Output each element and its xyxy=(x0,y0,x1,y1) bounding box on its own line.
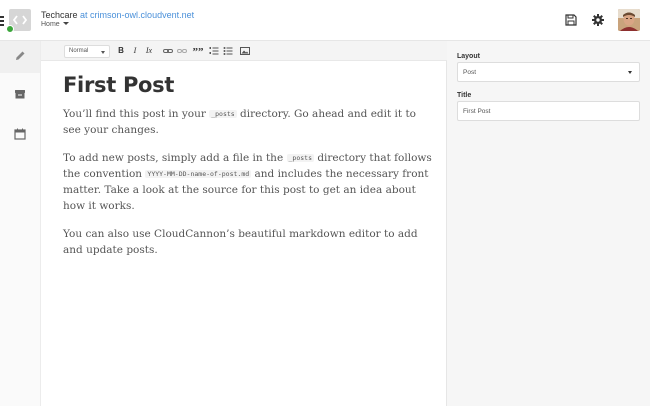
format-dropdown[interactable]: Normal xyxy=(64,45,110,58)
inline-code: _posts xyxy=(286,154,314,162)
link-button[interactable] xyxy=(162,45,174,57)
chevron-down-icon xyxy=(62,22,69,25)
text: To add new posts, simply add a file in t… xyxy=(63,152,287,164)
title-input[interactable]: First Post xyxy=(457,101,640,121)
insert-image-button[interactable] xyxy=(239,45,251,57)
user-avatar[interactable] xyxy=(618,9,640,31)
image-icon xyxy=(240,47,250,55)
bold-button[interactable]: B xyxy=(115,45,127,57)
title-label: Title xyxy=(457,92,472,99)
bullet-list-button[interactable] xyxy=(222,45,234,57)
nav-edit[interactable] xyxy=(0,41,40,73)
link-icon xyxy=(163,49,173,53)
site-title[interactable]: Techcare at crimson-owl.cloudvent.net xyxy=(41,10,194,20)
site-name: Techcare xyxy=(41,10,78,20)
branch-label: Home xyxy=(41,21,60,28)
site-host: at crimson-owl.cloudvent.net xyxy=(80,10,195,20)
layout-select[interactable]: Post xyxy=(457,62,640,82)
post-body[interactable]: First Post You’ll find this post in your… xyxy=(63,72,433,258)
gear-icon xyxy=(592,14,604,26)
pencil-icon xyxy=(16,51,25,60)
avatar-photo xyxy=(618,9,640,31)
ordered-list-icon xyxy=(209,47,219,55)
branch-selector[interactable]: Home xyxy=(41,21,69,28)
layout-value: Post xyxy=(463,69,477,76)
nav-calendar[interactable] xyxy=(0,119,40,151)
bullet-list-icon xyxy=(223,47,233,55)
cloudcannon-editor: Techcare at crimson-owl.cloudvent.net Ho… xyxy=(0,0,650,406)
online-status-dot xyxy=(6,25,14,33)
text: You’ll find this post in your xyxy=(63,108,210,120)
top-bar: Techcare at crimson-owl.cloudvent.net Ho… xyxy=(0,0,650,41)
left-sidebar xyxy=(0,41,41,406)
settings-button[interactable] xyxy=(591,13,605,27)
front-matter-panel: Layout Post Title First Post xyxy=(447,41,650,406)
blockquote-button[interactable]: ”” xyxy=(192,45,204,58)
unlink-button[interactable] xyxy=(176,45,188,57)
floppy-disk-icon xyxy=(565,14,577,26)
calendar-icon xyxy=(14,128,26,140)
paragraph-3[interactable]: You can also use CloudCannon’s beautiful… xyxy=(63,226,433,258)
paragraph-1[interactable]: You’ll find this post in your _posts dir… xyxy=(63,106,433,138)
editor-toolbar: Normal B I Ix ”” xyxy=(41,41,447,61)
inbox-tray-icon xyxy=(15,90,25,99)
hamburger-icon[interactable] xyxy=(0,16,4,26)
editor-pane: Normal B I Ix ”” First Post You’ll find … xyxy=(41,41,447,406)
chevron-down-icon xyxy=(101,51,105,54)
code-brackets-icon xyxy=(13,15,27,25)
inline-code: _posts xyxy=(209,110,237,118)
inline-code: YYYY-MM-DD-name-of-post.md xyxy=(145,170,252,178)
post-title[interactable]: First Post xyxy=(63,72,433,98)
italic-button[interactable]: I xyxy=(129,45,141,57)
unlink-icon xyxy=(177,49,187,53)
layout-label: Layout xyxy=(457,53,480,60)
nav-collections[interactable] xyxy=(0,79,40,111)
paragraph-2[interactable]: To add new posts, simply add a file in t… xyxy=(63,150,433,214)
save-button[interactable] xyxy=(564,13,578,27)
chevron-down-icon xyxy=(628,71,632,74)
ordered-list-button[interactable] xyxy=(208,45,220,57)
clear-format-button[interactable]: Ix xyxy=(143,45,155,57)
format-value: Normal xyxy=(69,48,89,54)
title-input-value: First Post xyxy=(463,108,491,115)
